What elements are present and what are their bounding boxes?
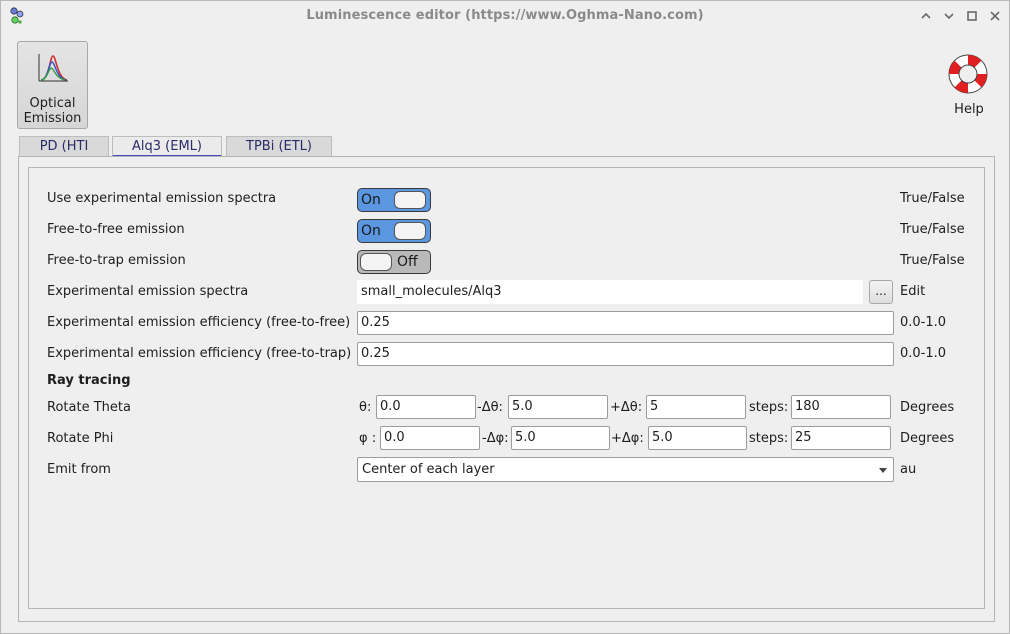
- theta-steps-label: steps:: [749, 400, 789, 415]
- eff-ft-unit: 0.0-1.0: [900, 346, 947, 361]
- use-exp-spectra-toggle[interactable]: On: [357, 188, 431, 212]
- rotate-theta-label: Rotate Theta: [47, 400, 131, 415]
- emit-from-unit: au: [900, 462, 917, 477]
- theta-start-label: θ:: [359, 400, 372, 415]
- exp-spectra-edit-label: Edit: [900, 284, 926, 299]
- title-bar: Luminescence editor (https://www.Oghma-N…: [1, 1, 1009, 32]
- rotate-phi-label: Rotate Phi: [47, 431, 114, 446]
- chevron-down-icon: [879, 468, 887, 473]
- theta-minus-label: -Δθ:: [477, 400, 503, 415]
- browse-button[interactable]: ...: [869, 280, 893, 304]
- free-to-trap-label: Free-to-trap emission: [47, 253, 186, 268]
- phi-start-input[interactable]: 0.0: [380, 426, 480, 450]
- free-to-free-toggle[interactable]: On: [357, 219, 431, 243]
- emit-from-value: Center of each layer: [362, 462, 495, 477]
- theta-plus-label: +Δθ:: [610, 400, 643, 415]
- toggle-state: On: [361, 192, 381, 208]
- free-to-trap-toggle[interactable]: Off: [357, 250, 431, 274]
- tab-tpbi-etl[interactable]: TPBi (ETL): [226, 136, 332, 157]
- phi-plus-input[interactable]: 5.0: [648, 426, 747, 450]
- help-button[interactable]: Help: [941, 51, 997, 121]
- phi-plus-label: +Δφ:: [611, 431, 644, 446]
- exp-spectra-label: Experimental emission spectra: [47, 284, 249, 299]
- optical-emission-label: Optical Emission: [23, 96, 82, 126]
- minimize-icon[interactable]: [917, 7, 935, 25]
- tab-alq3-eml[interactable]: Alq3 (EML): [112, 136, 222, 157]
- luminescence-editor-window: Luminescence editor (https://www.Oghma-N…: [0, 0, 1010, 634]
- toggle-state: On: [361, 223, 381, 239]
- close-icon[interactable]: [986, 7, 1004, 25]
- theta-steps-input[interactable]: 180: [791, 395, 891, 419]
- phi-minus-input[interactable]: 5.0: [511, 426, 610, 450]
- eff-ff-unit: 0.0-1.0: [900, 315, 947, 330]
- emit-from-label: Emit from: [47, 462, 111, 477]
- eff-ff-input[interactable]: 0.25: [357, 311, 894, 335]
- phi-minus-label: -Δφ:: [482, 431, 509, 446]
- eff-ft-label: Experimental emission efficiency (free-t…: [47, 346, 352, 361]
- toggle-knob: [360, 253, 392, 271]
- maximize-icon[interactable]: [940, 7, 958, 25]
- tab-pd-htl[interactable]: PD (HTI: [19, 136, 109, 157]
- emit-from-select[interactable]: Center of each layer: [357, 457, 894, 482]
- phi-steps-input[interactable]: 25: [791, 426, 891, 450]
- free-to-trap-unit: True/False: [900, 253, 965, 268]
- theta-start-input[interactable]: 0.0: [376, 395, 476, 419]
- use-exp-spectra-unit: True/False: [900, 191, 965, 206]
- toggle-state: Off: [397, 254, 418, 270]
- exp-spectra-input[interactable]: small_molecules/Alq3: [357, 280, 863, 304]
- emission-spectrum-icon: [38, 54, 68, 82]
- eff-ff-label: Experimental emission efficiency (free-t…: [47, 315, 351, 330]
- optical-emission-button[interactable]: Optical Emission: [17, 41, 88, 129]
- theta-unit: Degrees: [900, 400, 955, 415]
- ray-tracing-heading: Ray tracing: [47, 373, 131, 388]
- eff-ft-input[interactable]: 0.25: [357, 342, 894, 366]
- toggle-knob: [394, 191, 426, 209]
- restore-icon[interactable]: [963, 7, 981, 25]
- toggle-knob: [394, 222, 426, 240]
- window-title: Luminescence editor (https://www.Oghma-N…: [306, 8, 704, 23]
- lifebuoy-icon: [948, 54, 988, 94]
- theta-plus-input[interactable]: 5: [646, 395, 746, 419]
- phi-unit: Degrees: [900, 431, 955, 446]
- free-to-free-label: Free-to-free emission: [47, 222, 185, 237]
- phi-steps-label: steps:: [749, 431, 789, 446]
- theta-minus-input[interactable]: 5.0: [508, 395, 608, 419]
- help-label: Help: [954, 102, 984, 117]
- phi-start-label: φ :: [359, 431, 377, 446]
- use-exp-spectra-label: Use experimental emission spectra: [47, 191, 277, 206]
- free-to-free-unit: True/False: [900, 222, 965, 237]
